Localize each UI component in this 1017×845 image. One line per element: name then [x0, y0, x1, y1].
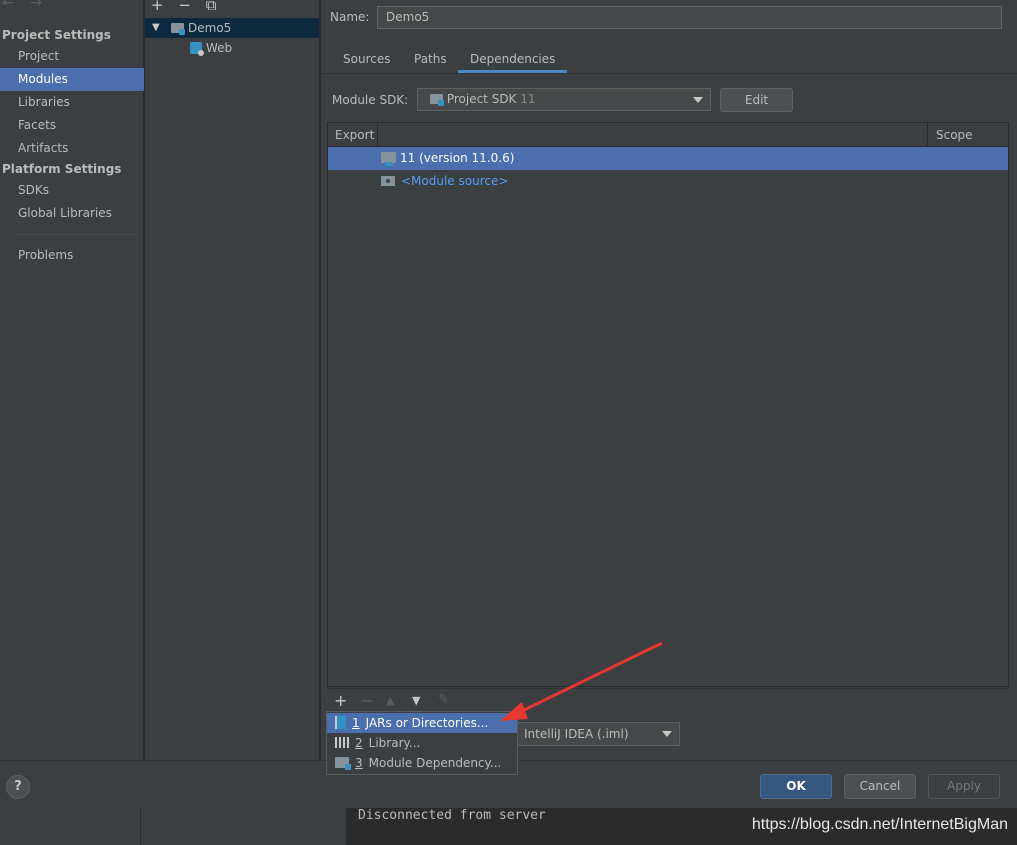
remove-module-button[interactable]: −: [178, 0, 191, 14]
menu-item-module-dependency[interactable]: 3 Module Dependency...: [327, 753, 517, 773]
nav-item-global-libraries[interactable]: Global Libraries: [0, 202, 144, 225]
settings-nav: ← → Project Settings Project Modules Lib…: [0, 0, 144, 760]
nav-item-problems[interactable]: Problems: [0, 244, 144, 267]
tree-node-demo5[interactable]: ▼ Demo5: [145, 18, 319, 38]
apply-button[interactable]: Apply: [928, 774, 1000, 799]
menu-item-jars-or-directories[interactable]: 1 JARs or Directories...: [327, 713, 517, 733]
row-label: 11 (version 11.0.6): [400, 151, 515, 165]
table-row[interactable]: <Module source>: [328, 170, 1008, 193]
console-message: Disconnected from server: [358, 808, 546, 823]
name-label: Name:: [330, 10, 370, 24]
remove-dependency-button[interactable]: −: [360, 691, 373, 710]
menu-item-number: 1: [352, 716, 360, 730]
sdk-icon: [381, 147, 396, 170]
tab-dependencies[interactable]: Dependencies: [457, 45, 568, 73]
section-platform-settings: Platform Settings: [2, 162, 122, 176]
ide-console-background: Disconnected from server https://blog.cs…: [0, 808, 1017, 845]
copy-module-button[interactable]: ⧉: [206, 0, 217, 14]
chevron-down-icon: [662, 731, 672, 737]
menu-item-number: 3: [355, 756, 363, 770]
move-down-button[interactable]: ▼: [412, 694, 420, 707]
cancel-button[interactable]: Cancel: [844, 774, 916, 799]
tab-divider: [321, 73, 1017, 74]
menu-item-label: JARs or Directories...: [365, 716, 489, 730]
menu-item-label: Library...: [368, 736, 421, 750]
tree-node-label: Web: [206, 41, 233, 55]
watermark-text: https://blog.csdn.net/InternetBigMan: [751, 816, 1008, 833]
chevron-down-icon[interactable]: ▼: [152, 18, 160, 38]
folder-icon: [171, 18, 185, 38]
nav-history-arrows[interactable]: ← →: [2, 0, 48, 11]
menu-item-label: Module Dependency...: [368, 756, 502, 770]
folder-icon: [430, 92, 444, 106]
menu-item-library[interactable]: 2 Library...: [327, 733, 517, 753]
source-folder-icon: [381, 170, 395, 193]
storage-format-select[interactable]: IntelliJ IDEA (.iml): [517, 722, 680, 746]
nav-divider: [14, 234, 136, 235]
module-icon: [335, 756, 351, 770]
table-row[interactable]: 11 (version 11.0.6): [328, 147, 1008, 170]
add-module-button[interactable]: +: [151, 0, 164, 14]
edit-dependency-button[interactable]: ✎: [438, 692, 449, 707]
module-tree: + − ⧉ ▼ Demo5 Web: [145, 0, 320, 760]
library-icon: [335, 736, 349, 750]
row-label: <Module source>: [401, 174, 509, 188]
module-name-input[interactable]: Demo5: [377, 6, 1002, 29]
module-settings-panel: Name: Demo5 Sources Paths Dependencies M…: [321, 0, 1017, 760]
format-select-value: IntelliJ IDEA (.iml): [524, 727, 629, 741]
nav-item-modules[interactable]: Modules: [0, 68, 144, 91]
menu-item-number: 2: [355, 736, 363, 750]
web-icon: [190, 38, 204, 58]
ide-side-panel: [0, 808, 140, 845]
column-export[interactable]: Export: [335, 123, 374, 147]
table-header: Export Scope: [328, 123, 1008, 147]
add-dependency-button[interactable]: +: [334, 691, 347, 710]
tree-toolbar: + − ⧉: [151, 0, 226, 14]
tab-paths[interactable]: Paths: [414, 45, 447, 73]
nav-item-project[interactable]: Project: [0, 45, 144, 68]
edit-sdk-button[interactable]: Edit: [720, 88, 793, 112]
tab-sources[interactable]: Sources: [343, 45, 390, 73]
tree-node-web[interactable]: Web: [145, 38, 319, 58]
tree-node-label: Demo5: [188, 21, 232, 35]
add-dependency-popup: 1 JARs or Directories... 2 Library... 3 Mod…: [326, 711, 518, 775]
dependencies-toolbar: + − ▲ ▼ ✎: [327, 688, 1009, 712]
column-scope[interactable]: Scope: [936, 123, 973, 147]
nav-item-sdks[interactable]: SDKs: [0, 179, 144, 202]
module-sdk-label: Module SDK:: [332, 93, 409, 107]
column-divider: [927, 123, 928, 147]
nav-item-libraries[interactable]: Libraries: [0, 91, 144, 114]
help-button[interactable]: ?: [6, 775, 30, 799]
chevron-down-icon: [693, 97, 703, 103]
ok-button[interactable]: OK: [760, 774, 832, 799]
sdk-select-version: 11: [520, 92, 536, 106]
module-sdk-select[interactable]: Project SDK 11: [417, 88, 711, 111]
nav-item-artifacts[interactable]: Artifacts: [0, 137, 144, 160]
sdk-select-value: Project SDK: [446, 92, 517, 106]
jar-icon: [335, 716, 346, 730]
ide-side-panel: [140, 808, 346, 845]
move-up-button[interactable]: ▲: [386, 694, 394, 707]
dependencies-table: Export Scope 11 (version 11.0.6) <Module…: [327, 122, 1009, 687]
section-project-settings: Project Settings: [2, 28, 111, 42]
nav-item-facets[interactable]: Facets: [0, 114, 144, 137]
column-divider: [377, 123, 378, 147]
